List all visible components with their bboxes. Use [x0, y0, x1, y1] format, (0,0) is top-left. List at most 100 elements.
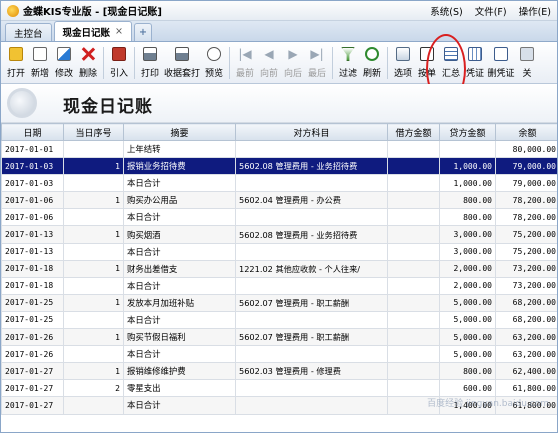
delete-button[interactable]: 删除 [77, 45, 99, 81]
tab-main-console[interactable]: 主控台 [5, 23, 52, 41]
cell-credit: 2,000.00 [439, 276, 496, 295]
cell-debit [387, 191, 440, 210]
options-button[interactable]: 选项 [392, 45, 414, 81]
table-row[interactable]: 2017-01-18 1 财务出差借支 1221.02 其他应收款 - 个人往来/2,… [1, 259, 557, 278]
cell-credit: 1,000.00 [439, 174, 496, 193]
cell-debit [387, 310, 440, 330]
voucher-icon [468, 47, 482, 61]
cell-date: 2017-01-06 [1, 191, 64, 210]
title-bar: 金蝶KIS专业版 - [现金日记账] 系统(S) 文件(F) 操作(E) [1, 1, 557, 21]
column-header-balance[interactable]: 余额 [495, 123, 557, 141]
last-arrow-icon: ▶| [310, 47, 324, 61]
table-row[interactable]: 2017-01-26 1 购买节假日福利 5602.07 管理费用 - 职工薪酬 5,0… [1, 328, 557, 347]
menu-system[interactable]: 系统(S) [430, 4, 462, 18]
column-header-date[interactable]: 日期 [1, 123, 64, 141]
cell-summary: 上年结转 [123, 139, 236, 159]
table-row[interactable]: 2017-01-18 本日合计 2,000.00 73,200.00 [1, 276, 557, 295]
cell-balance: 68,200.00 [495, 310, 557, 330]
new-tab-button[interactable]: + [134, 23, 152, 41]
table-row[interactable]: 2017-01-03 1 报销业务招待费 5602.08 管理费用 - 业务招待费 1,… [1, 157, 557, 176]
print-button[interactable]: 打印 [139, 45, 161, 81]
cell-account: 5602.04 管理费用 - 办公费 [235, 191, 388, 210]
column-header-debit[interactable]: 借方金额 [387, 123, 440, 141]
cell-date: 2017-01-18 [1, 276, 64, 295]
table-row[interactable]: 2017-01-25 1 发放本月加班补贴 5602.07 管理费用 - 职工薪酬 5,… [1, 293, 557, 312]
cell-balance: 73,200.00 [495, 276, 557, 295]
cell-credit: 5,000.00 [439, 328, 496, 347]
menu-operation[interactable]: 操作(E) [519, 4, 551, 18]
table-row[interactable]: 2017-01-27 2 零星支出 600.00 61,800.00 [1, 379, 557, 398]
toolbar-separator [229, 47, 230, 79]
cell-summary: 购买办公用品 [123, 191, 236, 210]
cell-credit: 5,000.00 [439, 345, 496, 364]
column-header-account[interactable]: 对方科目 [235, 123, 388, 141]
table-row[interactable]: 2017-01-25 本日合计 5,000.00 68,200.00 [1, 310, 557, 330]
cell-credit [439, 139, 496, 159]
cell-debit [387, 276, 440, 295]
cell-credit: 800.00 [439, 191, 496, 210]
cell-seq: 2 [63, 379, 124, 398]
table-row[interactable]: 2017-01-13 1 购买烟酒 5602.08 管理费用 - 业务招待费 3,000… [1, 225, 557, 244]
table-row[interactable]: 2017-01-06 本日合计 800.00 78,200.00 [1, 208, 557, 227]
column-header-credit[interactable]: 贷方金额 [439, 123, 496, 141]
cell-summary: 财务出差借支 [123, 259, 236, 278]
last-record-button[interactable]: ▶| 最后 [306, 45, 328, 81]
cell-credit: 3,000.00 [439, 225, 496, 244]
import-icon [112, 47, 126, 61]
open-button[interactable]: 打开 [5, 45, 27, 81]
cell-account: 5602.03 管理费用 - 修理费 [235, 362, 388, 381]
column-header-seq[interactable]: 当日序号 [63, 123, 124, 141]
import-button[interactable]: 引入 [108, 45, 130, 81]
menu-file[interactable]: 文件(F) [475, 4, 507, 18]
column-header-summary[interactable]: 摘要 [123, 123, 236, 141]
cell-credit: 5,000.00 [439, 293, 496, 312]
delete-voucher-button[interactable]: 删凭证 [488, 45, 515, 81]
receipt-print-button[interactable]: 收据套打 [163, 45, 201, 81]
open-folder-icon [9, 47, 23, 61]
table-row[interactable]: 2017-01-03 本日合计 1,000.00 79,000.00 [1, 174, 557, 193]
cell-balance: 68,200.00 [495, 293, 557, 312]
toolbar-separator [387, 47, 388, 79]
cell-seq [63, 174, 124, 193]
edit-button[interactable]: 修改 [53, 45, 75, 81]
table-row[interactable]: 2017-01-27 1 报销维修维护费 5602.03 管理费用 - 修理费 800.… [1, 362, 557, 381]
cell-debit [387, 139, 440, 159]
cell-summary: 本日合计 [123, 208, 236, 227]
cell-account: 5602.08 管理费用 - 业务招待费 [235, 157, 388, 176]
cell-account: 5602.08 管理费用 - 业务招待费 [235, 225, 388, 244]
cell-date: 2017-01-27 [1, 379, 64, 398]
cell-debit [387, 328, 440, 347]
cell-date: 2017-01-26 [1, 345, 64, 364]
table-row[interactable]: 2017-01-06 1 购买办公用品 5602.04 管理费用 - 办公费 800.0… [1, 191, 557, 210]
cell-balance: 80,000.00 [495, 139, 557, 159]
cell-seq: 1 [63, 293, 124, 312]
cell-summary: 本日合计 [123, 276, 236, 295]
cell-balance: 75,200.00 [495, 225, 557, 244]
cell-account [235, 208, 388, 227]
cell-account [235, 276, 388, 295]
watermark: 百度经验 jingyan.baidu.com [427, 398, 549, 409]
close-button[interactable]: 关 [516, 45, 538, 81]
preview-button[interactable]: 预览 [203, 45, 225, 81]
cell-seq [63, 345, 124, 364]
cell-summary: 本日合计 [123, 310, 236, 330]
cell-credit: 2,000.00 [439, 259, 496, 278]
voucher-button[interactable]: 凭证 [464, 45, 486, 81]
table-row[interactable]: 2017-01-26 本日合计 5,000.00 63,200.00 [1, 345, 557, 364]
cell-balance: 63,200.00 [495, 328, 557, 347]
toolbar: 打开 新增 修改 删除 引入 打印 收据套打 预览 |◀ 最前 ◀ 向前 ▶ 向后 ▶… [1, 42, 557, 84]
cell-debit [387, 174, 440, 193]
cell-account [235, 379, 388, 398]
first-record-button[interactable]: |◀ 最前 [234, 45, 256, 81]
filter-button[interactable]: 过滤 [337, 45, 359, 81]
table-row[interactable]: 2017-01-01 上年结转 80,000.00 [1, 139, 557, 159]
next-record-button[interactable]: ▶ 向后 [282, 45, 304, 81]
table-row[interactable]: 2017-01-13 本日合计 3,000.00 75,200.00 [1, 242, 557, 261]
tab-cash-journal[interactable]: 现金日记账 × [53, 21, 132, 41]
new-button[interactable]: 新增 [29, 45, 51, 81]
previous-record-button[interactable]: ◀ 向前 [258, 45, 280, 81]
cell-date: 2017-01-03 [1, 157, 64, 176]
refresh-button[interactable]: 刷新 [361, 45, 383, 81]
tab-close-icon[interactable]: × [115, 26, 123, 37]
toolbar-separator [134, 47, 135, 79]
